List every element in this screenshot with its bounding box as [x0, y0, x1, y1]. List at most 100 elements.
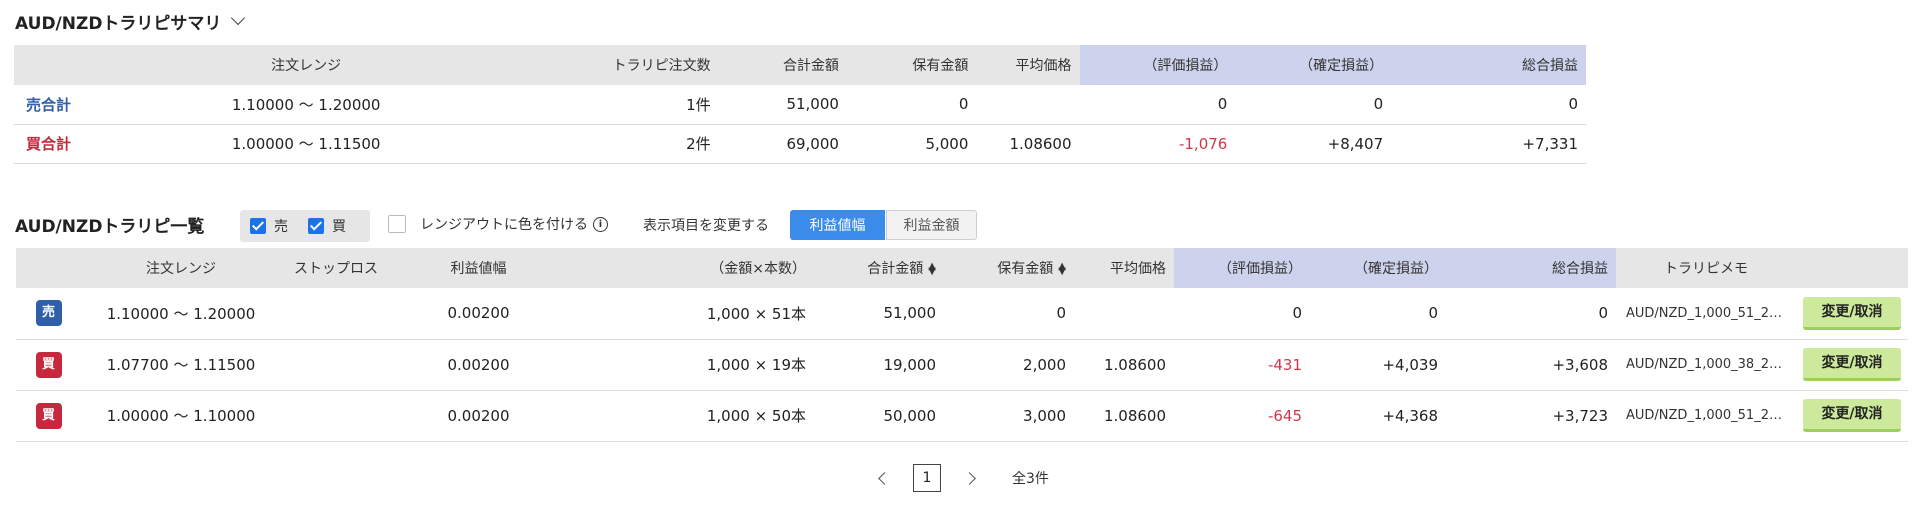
qty-cell: 1,000 × 51本	[706, 304, 806, 323]
stop-cell	[281, 339, 391, 390]
summary-buy-count: 2件	[686, 135, 711, 153]
sort-icon[interactable]: ▲ ▼	[1058, 262, 1066, 277]
checkbox-checked-icon[interactable]	[308, 218, 324, 234]
list-header-stop: ストップロス	[281, 248, 391, 288]
summary-header-avg: 平均価格	[976, 45, 1080, 85]
action-cell: 変更/取消	[1796, 339, 1908, 390]
modify-cancel-button[interactable]: 変更/取消	[1803, 348, 1901, 381]
toggle-profit-width[interactable]: 利益値幅	[790, 210, 885, 240]
buy-badge: 買	[35, 402, 62, 429]
summary-header-total: 合計金額	[718, 45, 847, 85]
filter-buy-label: 買	[332, 219, 346, 235]
summary-header-held: 保有金額	[846, 45, 977, 85]
side-filter: 売 買	[240, 210, 370, 242]
memo-cell: AUD/NZD_1,000_38_2…	[1626, 357, 1782, 372]
range-cell: 1.07700 〜 1.11500	[106, 356, 256, 374]
net-cell: +3,723	[1552, 406, 1608, 425]
held-cell: 0	[1056, 304, 1066, 323]
list-header-unrealized: （評価損益）	[1174, 248, 1310, 288]
summary-sell-count: 1件	[686, 95, 711, 114]
avg-cell	[1074, 288, 1174, 339]
net-cell: 0	[1598, 304, 1608, 323]
net-cell: +3,608	[1552, 355, 1608, 374]
table-row: 買 1.00000 〜 1.10000 0.00200 1,000 × 50本 …	[16, 390, 1908, 441]
list-header-qty: （金額×本数）	[566, 248, 814, 288]
modify-cancel-button[interactable]: 変更/取消	[1803, 399, 1901, 432]
list-header-total[interactable]: 合計金額 ▲ ▼	[814, 248, 944, 288]
change-items-label: 表示項目を変更する	[643, 218, 769, 234]
sell-badge: 売	[35, 300, 62, 327]
toggle-profit-amount[interactable]: 利益金額	[886, 210, 977, 240]
sort-icon[interactable]: ▲ ▼	[928, 262, 936, 277]
list-header-width: 利益値幅	[391, 248, 566, 288]
checkbox-checked-icon[interactable]	[250, 218, 266, 234]
summary-sell-held: 0	[958, 95, 969, 114]
filter-buy[interactable]: 買	[308, 216, 346, 236]
trap-list-table: 注文レンジ ストップロス 利益値幅 （金額×本数） 合計金額 ▲ ▼ 保有金額 ▲ ▼ …	[16, 248, 1908, 442]
list-header-side	[16, 248, 81, 288]
list-header-row: 注文レンジ ストップロス 利益値幅 （金額×本数） 合計金額 ▲ ▼ 保有金額 ▲ ▼ …	[16, 248, 1908, 288]
action-cell: 変更/取消	[1796, 288, 1908, 339]
summary-buy-label: 買合計	[26, 135, 72, 153]
page: AUD/NZDトラリピサマリ 注文レンジ トラリピ注文数 合計金額 保有金額 平…	[0, 0, 1917, 507]
width-cell: 0.00200	[447, 406, 510, 425]
list-header-total-label: 合計金額	[867, 261, 924, 277]
filter-sell-label: 売	[274, 219, 288, 235]
stop-cell	[281, 390, 391, 441]
qty-cell: 1,000 × 50本	[706, 407, 806, 425]
filter-sell[interactable]: 売	[250, 216, 288, 236]
checkbox-empty-icon[interactable]	[388, 215, 406, 233]
realized-cell: +4,039	[1382, 355, 1438, 374]
range-cell: 1.10000 〜 1.20000	[106, 304, 256, 323]
list-header-realized: （確定損益）	[1310, 248, 1446, 288]
table-row: 買 1.07700 〜 1.11500 0.00200 1,000 × 19本 …	[16, 339, 1908, 390]
summary-sell-range: 1.10000 〜 1.20000	[231, 95, 381, 114]
width-cell: 0.00200	[447, 304, 510, 323]
buy-badge: 買	[35, 351, 62, 378]
total-cell: 51,000	[883, 304, 937, 323]
summary-buy-held: 5,000	[925, 134, 969, 153]
memo-cell: AUD/NZD_1,000_51_2…	[1626, 305, 1782, 321]
width-cell: 0.00200	[447, 355, 510, 374]
total-cell: 50,000	[883, 406, 937, 425]
total-count: 全3件	[1012, 471, 1049, 487]
range-cell: 1.00000 〜 1.10000	[106, 407, 256, 425]
modify-cancel-button[interactable]: 変更/取消	[1803, 296, 1901, 330]
qty-cell: 1,000 × 19本	[706, 356, 806, 374]
summary-header-count: トラリピ注文数	[489, 45, 719, 85]
summary-buy-realized: +8,407	[1327, 134, 1384, 153]
list-header-net: 総合損益	[1446, 248, 1616, 288]
info-icon[interactable]: i	[593, 216, 608, 232]
range-color-toggle[interactable]: レンジアウトに色を付ける i	[388, 214, 608, 234]
action-cell: 変更/取消	[1796, 390, 1908, 441]
list-header-avg: 平均価格	[1074, 248, 1174, 288]
summary-buy-unrealized: -1,076	[1178, 134, 1228, 153]
pagination: 1 全3件	[878, 463, 1049, 493]
summary-header-corner	[14, 45, 123, 85]
table-row: 売 1.10000 〜 1.20000 0.00200 1,000 × 51本 …	[16, 288, 1908, 339]
side-cell: 売	[16, 288, 81, 339]
unrealized-cell: -645	[1267, 406, 1302, 425]
summary-title[interactable]: AUD/NZDトラリピサマリ	[15, 8, 246, 34]
summary-buy-total: 69,000	[786, 134, 839, 153]
summary-table: 注文レンジ トラリピ注文数 合計金額 保有金額 平均価格 （評価損益） （確定損…	[14, 45, 1586, 164]
chevron-left-icon[interactable]	[878, 471, 891, 485]
chevron-down-icon[interactable]	[231, 10, 246, 26]
unrealized-cell: -431	[1267, 355, 1302, 374]
avg-cell: 1.08600	[1103, 355, 1166, 374]
summary-sell-total: 51,000	[786, 95, 839, 114]
unrealized-cell: 0	[1292, 304, 1302, 323]
realized-cell: +4,368	[1382, 406, 1438, 425]
chevron-right-icon[interactable]	[963, 471, 976, 485]
list-header-held[interactable]: 保有金額 ▲ ▼	[944, 248, 1074, 288]
held-cell: 3,000	[1023, 406, 1066, 425]
side-cell: 買	[16, 390, 81, 441]
summary-buy-net: +7,331	[1522, 134, 1578, 153]
summary-sell-realized: 0	[1373, 95, 1384, 114]
summary-sell-net: 0	[1568, 95, 1578, 114]
summary-buy-range: 1.00000 〜 1.11500	[231, 135, 381, 153]
summary-buy-avg: 1.08600	[1009, 134, 1072, 153]
list-header-memo: トラリピメモ	[1616, 248, 1796, 288]
page-number-current[interactable]: 1	[913, 464, 941, 492]
total-cell: 19,000	[883, 355, 937, 374]
